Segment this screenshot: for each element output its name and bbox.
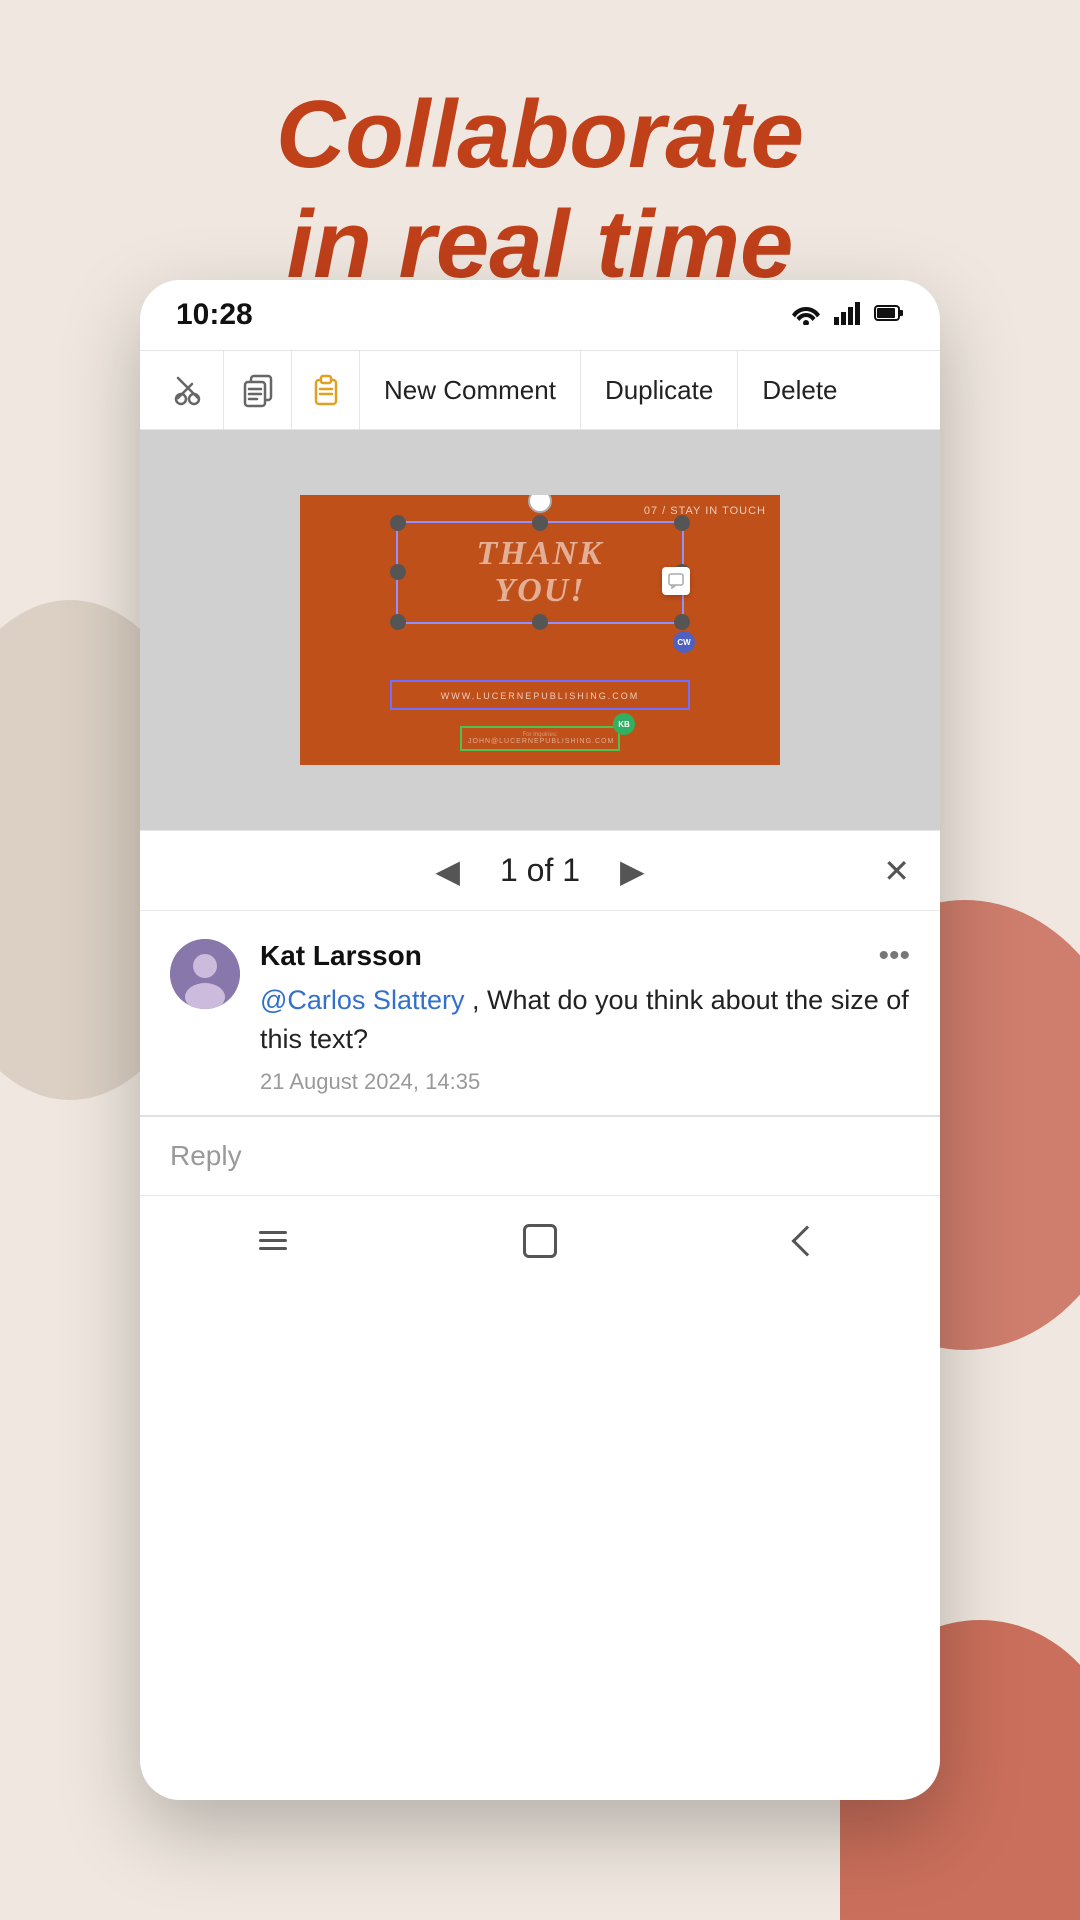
handle-ml[interactable] <box>390 564 406 580</box>
pagination-bar: ◀ 1 of 1 ▶ ✕ <box>140 830 940 910</box>
comment-mention: @Carlos Slattery <box>260 985 464 1015</box>
rotate-handle[interactable] <box>528 495 552 513</box>
url-text: WWW.LUCERNEPUBLISHING.COM <box>441 691 640 701</box>
avatar <box>170 939 240 1009</box>
delete-button[interactable]: Delete <box>738 350 861 430</box>
nav-lines-icon <box>259 1231 287 1250</box>
pagination-prev-button[interactable]: ◀ <box>435 852 460 890</box>
status-time: 10:28 <box>176 298 253 332</box>
email-box[interactable]: For Inquiries: JOHN@LUCERNEPUBLISHING.CO… <box>460 726 620 751</box>
duplicate-button[interactable]: Duplicate <box>581 350 738 430</box>
pagination-close-button[interactable]: ✕ <box>883 852 910 890</box>
comment-username: Kat Larsson <box>260 940 422 972</box>
handle-bm[interactable] <box>532 614 548 630</box>
hero-heading: Collaborate in real time <box>0 80 1080 301</box>
pagination-next-button[interactable]: ▶ <box>620 852 645 890</box>
kb-badge: KB <box>613 713 635 735</box>
slide[interactable]: 07 / STAY IN TOUCH THANK YOU! <box>300 495 780 765</box>
handle-tm[interactable] <box>532 515 548 531</box>
selection-handles <box>396 521 684 624</box>
url-box[interactable]: WWW.LUCERNEPUBLISHING.COM CW <box>390 680 690 710</box>
pagination-text: 1 of 1 <box>500 852 580 889</box>
wifi-icon <box>790 301 822 330</box>
paste-button[interactable] <box>292 350 360 430</box>
slide-label: 07 / STAY IN TOUCH <box>644 505 766 517</box>
nav-back-icon <box>791 1225 822 1256</box>
reply-bar[interactable]: Reply <box>140 1115 940 1195</box>
status-bar: 10:28 <box>140 280 940 350</box>
nav-back-button[interactable] <box>767 1211 847 1271</box>
bottom-nav <box>140 1195 940 1285</box>
copy-button[interactable] <box>224 350 292 430</box>
comment-user-row: Kat Larsson ••• <box>260 939 910 973</box>
comment-more-button[interactable]: ••• <box>878 939 910 973</box>
reply-input[interactable]: Reply <box>170 1140 910 1172</box>
selected-text-box[interactable]: THANK YOU! <box>410 535 670 610</box>
handle-bl[interactable] <box>390 614 406 630</box>
nav-home-button[interactable] <box>500 1211 580 1271</box>
canvas-area[interactable]: 07 / STAY IN TOUCH THANK YOU! <box>140 430 940 830</box>
battery-icon <box>874 303 904 328</box>
hero-line1: Collaborate <box>276 81 804 188</box>
comment-text: @Carlos Slattery , What do you think abo… <box>260 981 910 1059</box>
signal-icon <box>834 301 862 330</box>
nav-home-icon <box>523 1224 557 1258</box>
cw-badge: CW <box>673 631 695 653</box>
comment-panel: Kat Larsson ••• @Carlos Slattery , What … <box>140 910 940 1115</box>
email-text: JOHN@LUCERNEPUBLISHING.COM <box>468 738 612 745</box>
handle-tl[interactable] <box>390 515 406 531</box>
comment-date: 21 August 2024, 14:35 <box>260 1069 910 1095</box>
comment-body: Kat Larsson ••• @Carlos Slattery , What … <box>260 939 910 1095</box>
handle-tr[interactable] <box>674 515 690 531</box>
nav-lines-button[interactable] <box>233 1211 313 1271</box>
cut-button[interactable] <box>156 350 224 430</box>
new-comment-button[interactable]: New Comment <box>360 350 581 430</box>
handle-br[interactable] <box>674 614 690 630</box>
status-icons <box>790 301 904 330</box>
phone-frame: 10:28 <box>140 280 940 1800</box>
comment-header: Kat Larsson ••• @Carlos Slattery , What … <box>170 939 910 1095</box>
comment-bubble-icon[interactable] <box>662 567 690 595</box>
toolbar: New Comment Duplicate Delete <box>140 350 940 430</box>
